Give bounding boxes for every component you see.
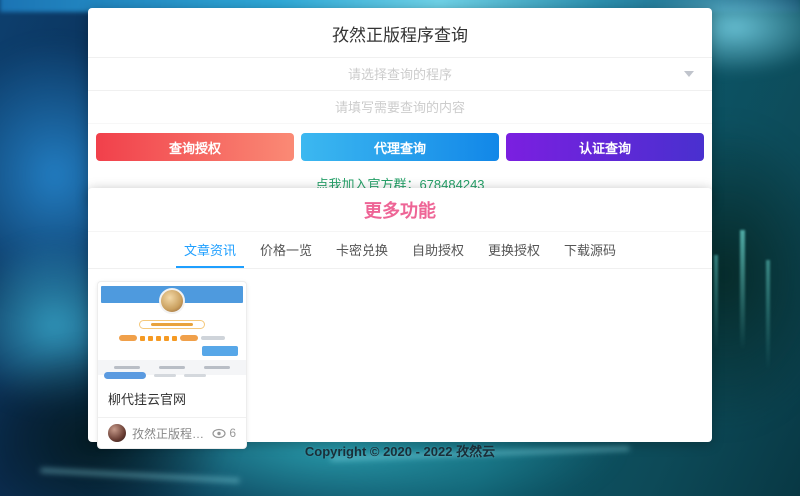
copyright: Copyright © 2020 - 2022 孜然云 bbox=[304, 444, 496, 459]
page-title: 孜然正版程序查询 bbox=[332, 26, 468, 45]
author-avatar bbox=[108, 424, 126, 442]
query-card: 孜然正版程序查询 查询授权 代理查询 认证查询 点我加入官方群：67848424… bbox=[88, 8, 712, 204]
agent-query-button[interactable]: 代理查询 bbox=[301, 133, 499, 161]
thumb-blue-button bbox=[202, 346, 238, 356]
query-content-field bbox=[88, 90, 712, 124]
tab-change-auth[interactable]: 更换授权 bbox=[480, 232, 548, 268]
view-count: 6 bbox=[212, 426, 236, 440]
tab-self-auth[interactable]: 自助授权 bbox=[404, 232, 472, 268]
query-auth-button[interactable]: 查询授权 bbox=[96, 133, 294, 161]
action-buttons: 查询授权 代理查询 认证查询 bbox=[88, 124, 712, 167]
tab-articles[interactable]: 文章资讯 bbox=[175, 232, 244, 268]
bg-icicle bbox=[740, 230, 745, 350]
chevron-down-icon bbox=[684, 71, 694, 77]
bg-icicle bbox=[766, 260, 770, 370]
tab-download-source[interactable]: 下载源码 bbox=[556, 232, 624, 268]
bg-icicle bbox=[714, 255, 718, 350]
thumb-footer-row bbox=[104, 372, 240, 379]
tabs-bar: 文章资讯 价格一览 卡密兑换 自助授权 更换授权 下载源码 bbox=[88, 232, 712, 269]
thumb-name-pill bbox=[139, 320, 205, 329]
thumb-avatar bbox=[159, 288, 185, 314]
query-content-input[interactable] bbox=[88, 91, 712, 123]
more-functions-title: 更多功能 bbox=[88, 188, 712, 232]
tab-card-redeem[interactable]: 卡密兑换 bbox=[328, 232, 396, 268]
cert-query-button[interactable]: 认证查询 bbox=[506, 133, 704, 161]
program-select[interactable] bbox=[88, 57, 712, 90]
program-select-input[interactable] bbox=[88, 58, 712, 90]
view-count-value: 6 bbox=[229, 426, 236, 440]
tab-prices[interactable]: 价格一览 bbox=[252, 232, 320, 268]
eye-icon bbox=[212, 428, 226, 438]
article-thumbnail bbox=[98, 282, 246, 379]
article-author: 孜然正版程序查询 bbox=[132, 426, 212, 441]
article-card[interactable]: 柳代挂云官网 孜然正版程序查询 6 bbox=[97, 281, 247, 449]
thumb-stars-row bbox=[98, 335, 246, 341]
more-functions-card: 更多功能 文章资讯 价格一览 卡密兑换 自助授权 更换授权 下载源码 柳代挂云官… bbox=[88, 188, 712, 449]
articles-grid: 柳代挂云官网 孜然正版程序查询 6 bbox=[88, 269, 712, 461]
bg-wave-highlight bbox=[40, 467, 240, 484]
article-title: 柳代挂云官网 bbox=[108, 392, 187, 407]
